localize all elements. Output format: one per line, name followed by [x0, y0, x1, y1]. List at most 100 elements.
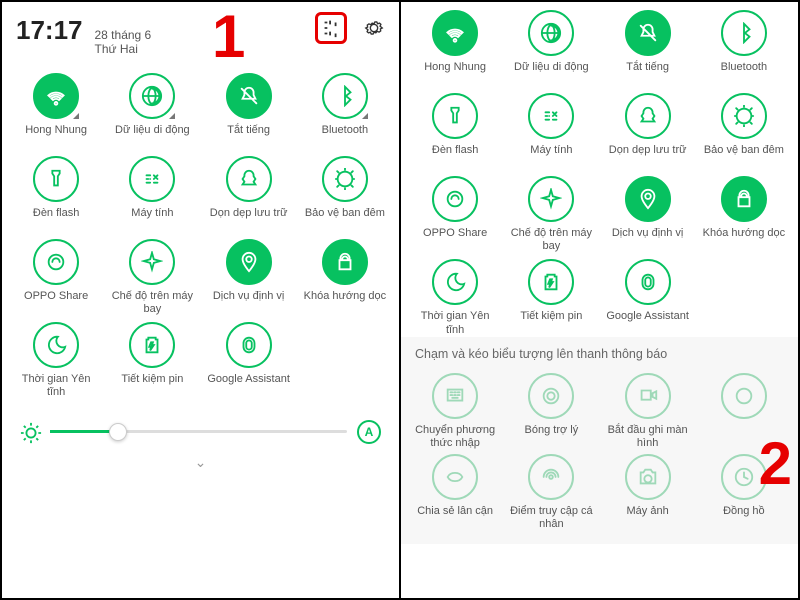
settings-button[interactable]	[363, 17, 385, 39]
tile-wifi[interactable]: Hong Nhung	[407, 10, 503, 87]
tile-night-button[interactable]	[322, 156, 368, 202]
tile-wifi-button[interactable]	[432, 10, 478, 56]
tile-location[interactable]: Dịch vụ định vị	[600, 176, 696, 253]
tile-quiet-time[interactable]: Thời gian Yên tĩnh	[407, 259, 503, 336]
tile-calc[interactable]: Máy tính	[104, 156, 200, 233]
quiet-time-icon	[45, 334, 67, 356]
tile-wifi-button[interactable]	[33, 73, 79, 119]
tile-night-label: Bảo vệ ban đêm	[305, 207, 385, 233]
tile-battery-saver-button[interactable]	[528, 259, 574, 305]
cleanup-icon	[238, 168, 260, 190]
tile-battery-saver[interactable]: Tiết kiệm pin	[503, 259, 599, 336]
tile-hidden-button[interactable]	[721, 373, 767, 419]
edit-icon	[320, 17, 342, 39]
tile-assistant-bubble-button[interactable]	[528, 373, 574, 419]
location-icon	[238, 251, 260, 273]
tile-lock-rotate-label: Khóa hướng dọc	[703, 227, 785, 253]
hidden-icon	[733, 385, 755, 407]
tile-data[interactable]: Dữ liệu di động	[503, 10, 599, 87]
tile-screen-record-button[interactable]	[625, 373, 671, 419]
tile-flashlight[interactable]: Đèn flash	[8, 156, 104, 233]
lock-rotate-icon	[334, 251, 356, 273]
tile-flashlight-button[interactable]	[432, 93, 478, 139]
tile-quiet-time-button[interactable]	[33, 322, 79, 368]
tile-calc-button[interactable]	[129, 156, 175, 202]
tile-mute-button[interactable]	[625, 10, 671, 56]
tile-bluetooth[interactable]: Bluetooth	[696, 10, 792, 87]
edit-tiles-button[interactable]	[315, 12, 347, 44]
tile-oppo-share-button[interactable]	[432, 176, 478, 222]
tile-lock-rotate[interactable]: Khóa hướng dọc	[696, 176, 792, 253]
tile-cleanup-button[interactable]	[226, 156, 272, 202]
tile-airplane-button[interactable]	[129, 239, 175, 285]
tile-hotspot-button[interactable]	[528, 454, 574, 500]
tile-airplane[interactable]: Chế độ trên máy bay	[503, 176, 599, 253]
tile-location[interactable]: Dịch vụ định vị	[201, 239, 297, 316]
quick-tiles-grid-edit: Hong Nhung Dữ liệu di động Tắt tiếng Blu…	[401, 2, 798, 337]
calc-icon	[141, 168, 163, 190]
tile-nearby-share-button[interactable]	[432, 454, 478, 500]
tile-lock-rotate-button[interactable]	[322, 239, 368, 285]
tile-data-button[interactable]	[528, 10, 574, 56]
tile-calc-button[interactable]	[528, 93, 574, 139]
tile-camera-button[interactable]	[625, 454, 671, 500]
assistant-bubble-icon	[540, 385, 562, 407]
tile-battery-saver-button[interactable]	[129, 322, 175, 368]
tile-input-method[interactable]: Chuyển phương thức nhập	[407, 373, 503, 450]
tile-airplane-button[interactable]	[528, 176, 574, 222]
drag-handle[interactable]: ⌄	[2, 450, 399, 475]
date-bottom: Thứ Hai	[95, 42, 152, 56]
tile-night[interactable]: Bảo vệ ban đêm	[297, 156, 393, 233]
tile-calc[interactable]: Máy tính	[503, 93, 599, 170]
tile-battery-saver[interactable]: Tiết kiệm pin	[104, 322, 200, 399]
tile-quiet-time-button[interactable]	[432, 259, 478, 305]
input-method-icon	[444, 385, 466, 407]
tile-wifi[interactable]: Hong Nhung	[8, 73, 104, 150]
tile-lock-rotate-button[interactable]	[721, 176, 767, 222]
tile-mute-label: Tắt tiếng	[626, 61, 669, 87]
tile-cleanup[interactable]: Dọn dẹp lưu trữ	[201, 156, 297, 233]
tile-mute[interactable]: Tắt tiếng	[600, 10, 696, 87]
status-bar: 17:17 28 tháng 6 Thứ Hai	[2, 2, 399, 61]
tile-oppo-share[interactable]: OPPO Share	[407, 176, 503, 253]
tile-oppo-share[interactable]: OPPO Share	[8, 239, 104, 316]
tile-assistant-bubble[interactable]: Bóng trợ lý	[503, 373, 599, 450]
tile-night[interactable]: Bảo vệ ban đêm	[696, 93, 792, 170]
data-icon	[540, 22, 562, 44]
tile-airplane[interactable]: Chế độ trên máy bay	[104, 239, 200, 316]
brightness-slider[interactable]	[50, 430, 347, 433]
tile-oppo-share-button[interactable]	[33, 239, 79, 285]
tile-assistant[interactable]: Google Assistant	[201, 322, 297, 399]
tile-flashlight-button[interactable]	[33, 156, 79, 202]
tile-screen-record[interactable]: Bắt đầu ghi màn hình	[600, 373, 696, 450]
tile-flashlight[interactable]: Đèn flash	[407, 93, 503, 170]
tile-assistant[interactable]: Google Assistant	[600, 259, 696, 336]
tile-input-method-button[interactable]	[432, 373, 478, 419]
tile-night-button[interactable]	[721, 93, 767, 139]
tile-camera[interactable]: Máy ảnh	[600, 454, 696, 531]
tile-quiet-time-label: Thời gian Yên tĩnh	[410, 310, 500, 336]
tile-assistant-button[interactable]	[226, 322, 272, 368]
auto-brightness-toggle[interactable]: A	[357, 420, 381, 444]
tile-bluetooth-button[interactable]	[721, 10, 767, 56]
brightness-icon	[20, 422, 40, 442]
tile-assistant-button[interactable]	[625, 259, 671, 305]
tile-mute-button[interactable]	[226, 73, 272, 119]
tile-airplane-label: Chế độ trên máy bay	[506, 227, 596, 253]
tile-hotspot[interactable]: Điểm truy cập cá nhân	[503, 454, 599, 531]
tile-nearby-share[interactable]: Chia sẻ lân cận	[407, 454, 503, 531]
tile-location-button[interactable]	[625, 176, 671, 222]
tile-data-button[interactable]	[129, 73, 175, 119]
tile-cleanup-button[interactable]	[625, 93, 671, 139]
tile-lock-rotate[interactable]: Khóa hướng dọc	[297, 239, 393, 316]
tile-bluetooth-button[interactable]	[322, 73, 368, 119]
tile-mute[interactable]: Tắt tiếng	[201, 73, 297, 150]
tile-cleanup[interactable]: Dọn dẹp lưu trữ	[600, 93, 696, 170]
tile-quiet-time[interactable]: Thời gian Yên tĩnh	[8, 322, 104, 399]
tile-bluetooth[interactable]: Bluetooth	[297, 73, 393, 150]
tile-data[interactable]: Dữ liệu di động	[104, 73, 200, 150]
tile-location-button[interactable]	[226, 239, 272, 285]
tile-quiet-time-label: Thời gian Yên tĩnh	[11, 373, 101, 399]
tile-hotspot-label: Điểm truy cập cá nhân	[506, 505, 596, 531]
night-icon	[733, 105, 755, 127]
